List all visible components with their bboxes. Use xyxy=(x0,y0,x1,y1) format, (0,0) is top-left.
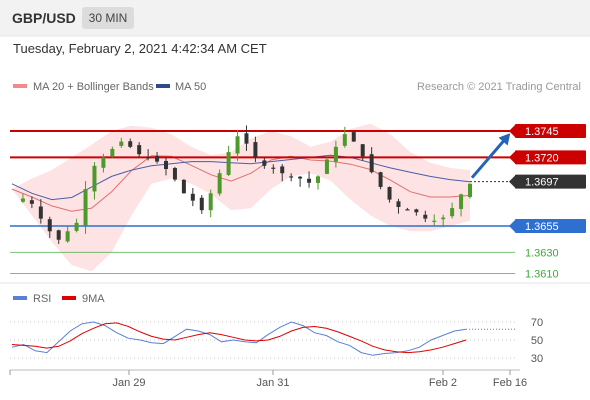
target-label-text: 1.3610 xyxy=(525,269,559,281)
x-tick-label: Feb 16 xyxy=(493,377,527,389)
candle-body xyxy=(83,189,88,226)
candle-body xyxy=(164,160,168,169)
candle-body xyxy=(65,231,70,242)
rsi-panel: 70 50 30 xyxy=(10,317,543,365)
candle-body xyxy=(172,168,177,180)
candle-body xyxy=(110,148,115,157)
candle-body xyxy=(29,200,34,204)
candle-body xyxy=(378,172,383,187)
candle-body xyxy=(101,157,106,168)
candle-body xyxy=(217,173,222,194)
candle-body xyxy=(289,176,294,178)
rsi-legend-swatch xyxy=(13,296,27,300)
ma20-legend-label: MA 20 + Bollinger Bands xyxy=(33,81,154,93)
candle-body xyxy=(146,156,151,159)
candle-body xyxy=(56,230,61,240)
resistance-label-pointer xyxy=(509,150,516,165)
candle-body xyxy=(441,217,446,220)
resistance-label-text: 1.3720 xyxy=(525,152,559,164)
candle-body xyxy=(324,159,329,174)
support-label-text: 1.3655 xyxy=(525,221,559,233)
candle-body xyxy=(271,167,276,169)
candle-body xyxy=(190,193,195,201)
candle-body xyxy=(351,132,356,142)
rsi-ma-legend-label: 9MA xyxy=(82,293,105,305)
candle-body xyxy=(208,193,213,211)
x-axis-ticks: Jan 29 Jan 31 Feb 2 Feb 16 xyxy=(9,370,527,389)
candle-body xyxy=(396,201,401,207)
candle-body xyxy=(307,178,312,183)
candle-body xyxy=(74,222,79,231)
candle-body xyxy=(414,209,419,213)
candle-body xyxy=(387,187,392,200)
candle-body xyxy=(262,160,267,166)
copyright-text: Research © 2021 Trading Central xyxy=(417,81,581,93)
candle-body xyxy=(360,144,365,157)
candle-body xyxy=(280,166,285,174)
last-label-pointer xyxy=(509,174,516,189)
candle-body xyxy=(92,165,97,192)
rsi-tick-label: 50 xyxy=(531,335,543,347)
x-tick-label: Feb 2 xyxy=(429,377,457,389)
candle-body xyxy=(333,146,338,162)
candle-body xyxy=(47,219,52,232)
candle-body xyxy=(459,194,464,209)
candle-body xyxy=(181,179,186,194)
support-label-pointer xyxy=(509,219,516,233)
ma50-legend-label: MA 50 xyxy=(175,81,206,93)
candle-body xyxy=(38,206,43,219)
candle-body xyxy=(468,183,472,197)
candle-body xyxy=(253,142,258,158)
rsi-tick-label: 70 xyxy=(531,317,543,329)
target-label-text: 1.3630 xyxy=(525,247,559,259)
last-label-text: 1.3697 xyxy=(525,177,559,189)
candle-body xyxy=(316,176,320,183)
candle-body xyxy=(226,152,231,175)
candle-body xyxy=(298,176,303,179)
candle-body xyxy=(432,220,437,222)
rsi-legend-label: RSI xyxy=(33,293,51,305)
candle-body xyxy=(20,198,25,202)
rsi-tick-label: 30 xyxy=(531,353,543,365)
candle-body xyxy=(137,145,142,155)
ma50-legend-swatch xyxy=(156,84,170,88)
price-level-labels: 1.3745 1.3720 1.3697 1.3655 1.3630 1.3610 xyxy=(509,124,586,281)
price-chart: MA 20 + Bollinger Bands MA 50 Research ©… xyxy=(0,35,590,389)
bollinger-bands xyxy=(12,123,470,272)
candle-body xyxy=(450,208,455,217)
candle-body xyxy=(369,154,374,173)
x-tick-label: Jan 31 xyxy=(256,377,289,389)
projection-arrow xyxy=(470,133,511,179)
candle-body xyxy=(235,136,240,154)
ma20-legend-swatch xyxy=(13,84,27,88)
candle-body xyxy=(128,141,133,147)
candle-body xyxy=(342,134,347,146)
candle-body xyxy=(199,197,204,211)
rsi-ma-line xyxy=(11,322,467,354)
resistance-label-pointer xyxy=(509,124,516,138)
candle-body xyxy=(155,156,160,162)
candle-body xyxy=(244,133,249,144)
candle-body xyxy=(405,209,410,211)
rsi-ma-legend-swatch xyxy=(62,296,76,300)
candle-body xyxy=(423,214,428,219)
candle-body xyxy=(119,141,124,146)
x-tick-label: Jan 29 xyxy=(112,377,145,389)
resistance-label-text: 1.3745 xyxy=(525,126,559,138)
bollinger-band-area xyxy=(12,123,470,272)
